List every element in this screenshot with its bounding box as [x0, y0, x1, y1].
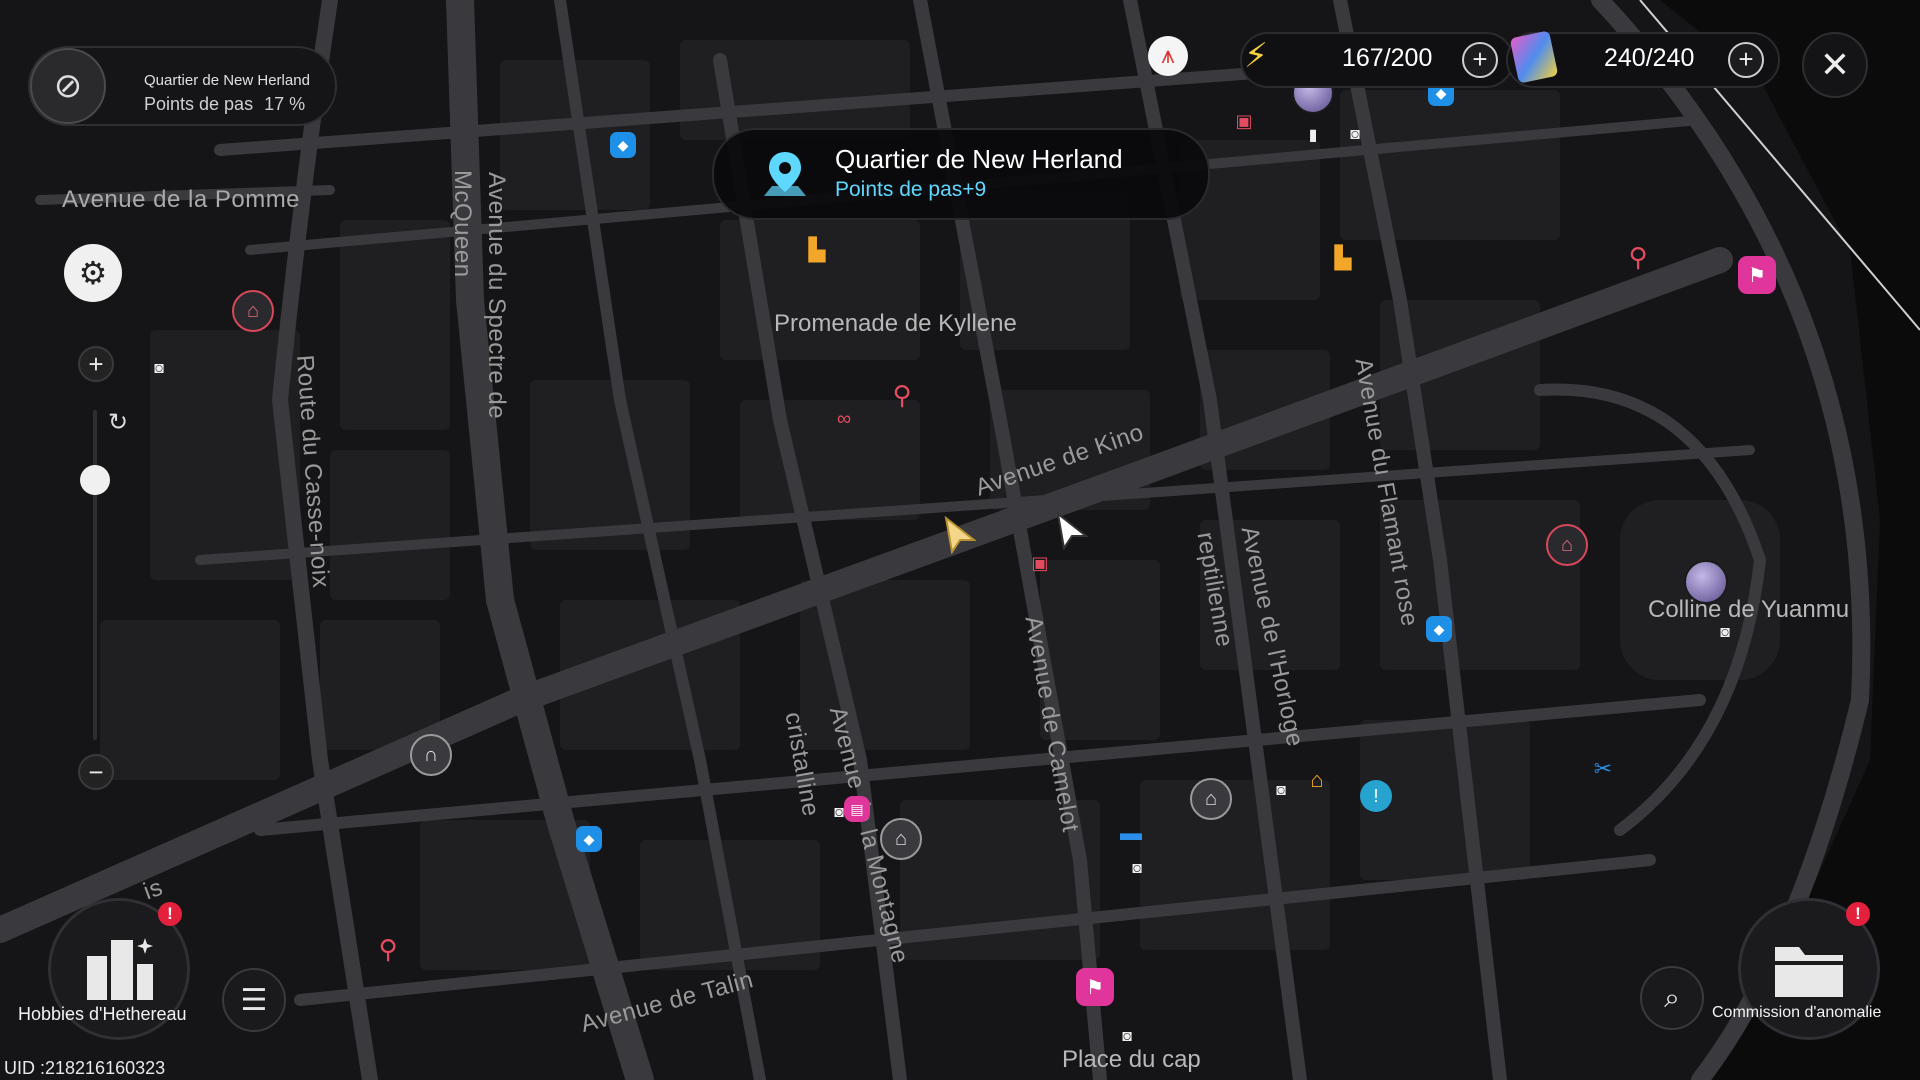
zoom-out-button[interactable]: − — [78, 754, 114, 790]
building-icon[interactable]: ▙ — [1330, 244, 1356, 272]
location-pin-icon — [764, 152, 806, 196]
repair-tool-icon[interactable]: ✂ — [1590, 756, 1616, 782]
camera-icon[interactable]: ◙ — [148, 358, 170, 380]
shop-icon[interactable]: ⌂ — [232, 290, 274, 332]
blue-shield-icon[interactable]: ◆ — [610, 132, 636, 158]
district-label-yuanmu[interactable]: Colline de Yuanmu — [1648, 596, 1849, 624]
blue-shield-icon[interactable]: ◆ — [1426, 616, 1452, 642]
camera-icon[interactable]: ◙ — [1714, 622, 1736, 644]
district-label-kyllene[interactable]: Promenade de Kyllene — [774, 310, 1017, 338]
notes-list-button[interactable]: ☰ — [222, 968, 286, 1032]
camera-icon[interactable]: ◙ — [1270, 780, 1292, 802]
add-tickets-button[interactable]: + — [1728, 42, 1764, 78]
zoom-slider-track[interactable] — [93, 410, 97, 740]
hobbies-label[interactable]: Hobbies d'Hethereau — [18, 1004, 187, 1025]
camera-icon[interactable]: ◙ — [1126, 858, 1148, 880]
banner-title: Quartier de New Herland — [835, 144, 1123, 174]
character-avatar[interactable] — [1684, 560, 1728, 604]
city-buildings-icon — [87, 938, 153, 1000]
blue-shield-icon[interactable]: ◆ — [576, 826, 602, 852]
player-marker-icon — [944, 516, 976, 554]
folder-icon — [1775, 947, 1843, 997]
street-label-pomme: Avenue de la Pomme — [62, 186, 301, 213]
mouse-cursor-icon — [1056, 512, 1088, 550]
district-label-cap[interactable]: Place du cap — [1062, 1046, 1201, 1074]
alert-quest-icon[interactable]: ! — [1360, 780, 1392, 812]
energy-value: 167/200 — [1342, 44, 1433, 72]
commission-label[interactable]: Commission d'anomalie — [1712, 1004, 1881, 1022]
red-pin-icon[interactable]: ⚲ — [888, 380, 916, 410]
map-search-button[interactable]: ⌕ — [1640, 966, 1704, 1030]
hobbies-notification-badge: ! — [158, 902, 182, 926]
street-label-spectre: Avenue du Spectre de — [483, 172, 510, 420]
book-icon[interactable]: ▮ — [1302, 124, 1324, 146]
banner-subtitle: Points de pas+9 — [835, 178, 987, 201]
progress-value: 17 % — [264, 94, 306, 114]
navigation-beacon-icon[interactable]: ⩚ — [1148, 36, 1188, 76]
settings-gear-icon[interactable]: ⚙ — [64, 244, 122, 302]
add-energy-button[interactable]: + — [1462, 42, 1498, 78]
close-button[interactable]: ✕ — [1802, 32, 1868, 98]
red-bus-icon[interactable]: ▣ — [1026, 548, 1054, 578]
battery-charge-icon: ⚡ — [1244, 37, 1268, 75]
arcade-machine-icon[interactable]: ▤ — [844, 796, 870, 822]
reset-rotation-icon[interactable]: ↻ — [108, 408, 128, 437]
race-flag-icon[interactable]: ⚑ — [1076, 968, 1114, 1006]
compass-icon[interactable]: ⊘ — [30, 48, 106, 124]
zoom-in-button[interactable]: + — [78, 346, 114, 382]
zoom-slider-handle[interactable] — [80, 465, 110, 495]
shop-icon[interactable]: ⌂ — [880, 818, 922, 860]
uid-text: UID :218216160323 — [4, 1058, 166, 1078]
camera-icon[interactable]: ◙ — [1344, 124, 1366, 146]
shop-icon[interactable]: ⌂ — [1190, 778, 1232, 820]
commission-notification-badge: ! — [1846, 902, 1870, 926]
race-flag-icon[interactable]: ⚑ — [1738, 256, 1776, 294]
red-pin-icon[interactable]: ⚲ — [374, 934, 402, 964]
district-panel-progress: Points de pas 17 % — [144, 94, 305, 115]
shop-icon[interactable]: ⌂ — [1546, 524, 1588, 566]
red-link-icon[interactable]: ∞ — [830, 404, 858, 434]
tickets-value: 240/240 — [1604, 44, 1695, 72]
camera-icon[interactable]: ◙ — [1116, 1026, 1138, 1048]
district-panel-title: Quartier de New Herland — [144, 72, 310, 89]
street-label-mcqueen: McQueen — [449, 170, 476, 278]
arcade-icon[interactable]: ∩ — [410, 734, 452, 776]
progress-label: Points de pas — [144, 94, 254, 114]
car-icon[interactable]: ▬ — [1118, 820, 1144, 846]
red-pin-icon[interactable]: ⚲ — [1624, 242, 1652, 272]
red-bus-icon[interactable]: ▣ — [1230, 106, 1258, 136]
bank-icon[interactable]: ⌂ — [1304, 766, 1330, 794]
building-icon[interactable]: ▙ — [804, 236, 830, 264]
